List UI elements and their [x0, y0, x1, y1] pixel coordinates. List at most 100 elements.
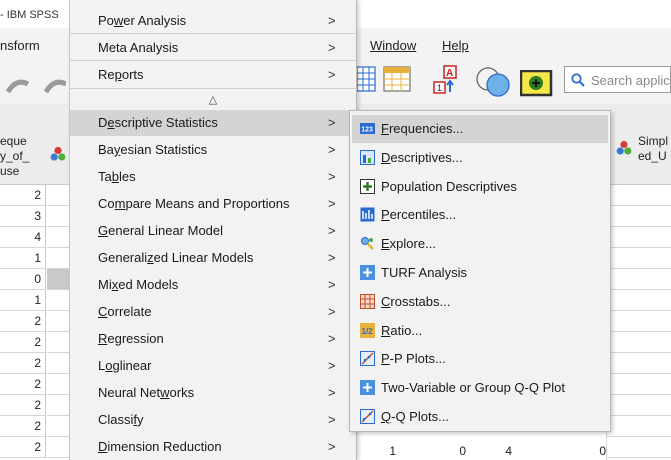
- grid-line: [606, 310, 671, 311]
- menu-item-dimension-reduction[interactable]: Dimension Reduction >: [70, 434, 356, 460]
- left-header-line: y_of_: [0, 149, 30, 163]
- scroll-up-indicator[interactable]: △: [70, 90, 356, 110]
- submenu-arrow-icon: >: [328, 196, 336, 211]
- menu-item-generalized-linear-models[interactable]: Generalized Linear Models >: [70, 245, 356, 271]
- menu-window[interactable]: Window: [370, 38, 416, 53]
- cell[interactable]: 1: [0, 248, 46, 269]
- menu-item-mixed-models[interactable]: Mixed Models >: [70, 272, 356, 298]
- cell[interactable]: 0: [570, 442, 606, 460]
- menu-item-general-linear-model[interactable]: General Linear Model >: [70, 218, 356, 244]
- value-labels-icon[interactable]: A 1: [432, 64, 464, 96]
- submenu-item-label: P-P Plots...: [381, 351, 446, 367]
- cell[interactable]: [47, 290, 69, 311]
- cell[interactable]: [47, 185, 69, 206]
- cell[interactable]: 2: [0, 353, 46, 374]
- cell[interactable]: [47, 311, 69, 332]
- submenu-arrow-icon: >: [328, 331, 336, 346]
- submenu-arrow-icon: >: [328, 40, 336, 55]
- undo-redo-icon[interactable]: [2, 74, 66, 96]
- submenu-item-crosstabs[interactable]: Crosstabs...: [352, 288, 608, 316]
- menu-item-meta-analysis[interactable]: Meta Analysis >: [70, 35, 356, 61]
- menu-item-label: Reports: [98, 67, 144, 82]
- cell[interactable]: 0: [430, 442, 466, 460]
- frequencies-icon: 123: [360, 123, 375, 134]
- cell[interactable]: 4: [476, 442, 512, 460]
- menu-item-neural-networks[interactable]: Neural Networks >: [70, 380, 356, 406]
- submenu-item-explore[interactable]: Explore...: [352, 230, 608, 258]
- cell[interactable]: 2: [0, 374, 46, 395]
- cell[interactable]: [47, 437, 69, 458]
- submenu-item-label: Ratio...: [381, 322, 423, 338]
- menu-item-descriptive-statistics[interactable]: Descriptive Statistics >: [70, 110, 356, 136]
- left-column-header[interactable]: eque y_of_ use: [0, 134, 29, 179]
- menu-item-label: Compare Means and Proportions: [98, 196, 290, 211]
- cell[interactable]: [47, 248, 69, 269]
- grid-line: [606, 247, 671, 248]
- menu-item-tables[interactable]: Tables >: [70, 164, 356, 190]
- cell[interactable]: [47, 332, 69, 353]
- cell[interactable]: [47, 206, 69, 227]
- cell[interactable]: 2: [0, 185, 46, 206]
- explore-icon: [361, 237, 374, 251]
- right-column-header[interactable]: Simpl ed_U: [638, 134, 668, 164]
- menu-item-power-analysis[interactable]: Power Analysis >: [70, 8, 356, 34]
- menu-item-compare-means-and-proportions[interactable]: Compare Means and Proportions >: [70, 191, 356, 217]
- submenu-item-p-p-plots[interactable]: P-P Plots...: [352, 345, 608, 373]
- menu-item-label: Power Analysis: [98, 13, 187, 28]
- svg-text:1/2: 1/2: [362, 327, 374, 336]
- cell[interactable]: [47, 395, 69, 416]
- submenu-item-percentiles[interactable]: Percentiles...: [352, 201, 608, 229]
- submenu-item-ratio[interactable]: 1/2 Ratio...: [352, 317, 608, 345]
- submenu-item-label: TURF Analysis: [381, 265, 467, 280]
- window-title: - IBM SPSS: [0, 9, 59, 21]
- submenu-item-q-q-plots[interactable]: Q-Q Plots...: [352, 403, 608, 431]
- variable-view-icon[interactable]: [383, 65, 411, 93]
- menu-item-label: Regression: [98, 331, 164, 346]
- menu-transform[interactable]: nsform: [0, 38, 40, 53]
- grid-line: [606, 436, 671, 437]
- cell[interactable]: [47, 269, 69, 290]
- submenu-item-label: Crosstabs...: [381, 293, 451, 309]
- menu-separator: [70, 88, 356, 89]
- cell[interactable]: 0: [0, 269, 46, 290]
- submenu-item-frequencies[interactable]: 123 Frequencies...: [352, 115, 608, 143]
- cell[interactable]: 2: [0, 332, 46, 353]
- use-sets-icon[interactable]: [474, 66, 514, 98]
- grid-line: [606, 415, 671, 416]
- cell[interactable]: 2: [0, 437, 46, 458]
- submenu-item-turf-analysis[interactable]: TURF Analysis: [352, 259, 608, 287]
- search-input[interactable]: Search applic: [564, 66, 671, 93]
- cell[interactable]: 1: [0, 290, 46, 311]
- menu-item-correlate[interactable]: Correlate >: [70, 299, 356, 325]
- cell[interactable]: 4: [0, 227, 46, 248]
- submenu-item-label: Q-Q Plots...: [381, 409, 449, 424]
- data-view-icon[interactable]: [357, 65, 377, 93]
- menu-item-label: Correlate: [98, 304, 152, 319]
- cell[interactable]: [47, 353, 69, 374]
- submenu-item-two-variable-or-group-q-q-plot[interactable]: Two-Variable or Group Q-Q Plot: [352, 374, 608, 402]
- menu-separator: [70, 60, 356, 61]
- cell[interactable]: 3: [0, 206, 46, 227]
- menu-item-loglinear[interactable]: Loglinear >: [70, 353, 356, 379]
- cell[interactable]: [47, 374, 69, 395]
- cell[interactable]: 1: [360, 442, 396, 460]
- grid-line: [606, 268, 671, 269]
- right-header-line: Simpl: [638, 134, 669, 148]
- menu-item-classify[interactable]: Classify >: [70, 407, 356, 433]
- cell[interactable]: [47, 227, 69, 248]
- cell[interactable]: 2: [0, 311, 46, 332]
- menu-item-bayesian-statistics[interactable]: Bayesian Statistics >: [70, 137, 356, 163]
- customize-toolbar-icon[interactable]: [520, 70, 556, 98]
- menu-item-reports[interactable]: Reports >: [70, 62, 356, 88]
- submenu-arrow-icon: >: [328, 142, 336, 157]
- submenu-item-descriptives[interactable]: Descriptives...: [352, 144, 608, 172]
- menu-help[interactable]: Help: [442, 38, 469, 53]
- submenu-item-population-descriptives[interactable]: Population Descriptives: [352, 173, 608, 201]
- cell[interactable]: 2: [0, 416, 46, 437]
- cell[interactable]: 2: [0, 395, 46, 416]
- crosstabs-icon: [360, 293, 375, 309]
- menu-item-regression[interactable]: Regression >: [70, 326, 356, 352]
- grid-line: [606, 457, 671, 458]
- submenu-arrow-icon: >: [328, 412, 336, 427]
- cell[interactable]: [47, 416, 69, 437]
